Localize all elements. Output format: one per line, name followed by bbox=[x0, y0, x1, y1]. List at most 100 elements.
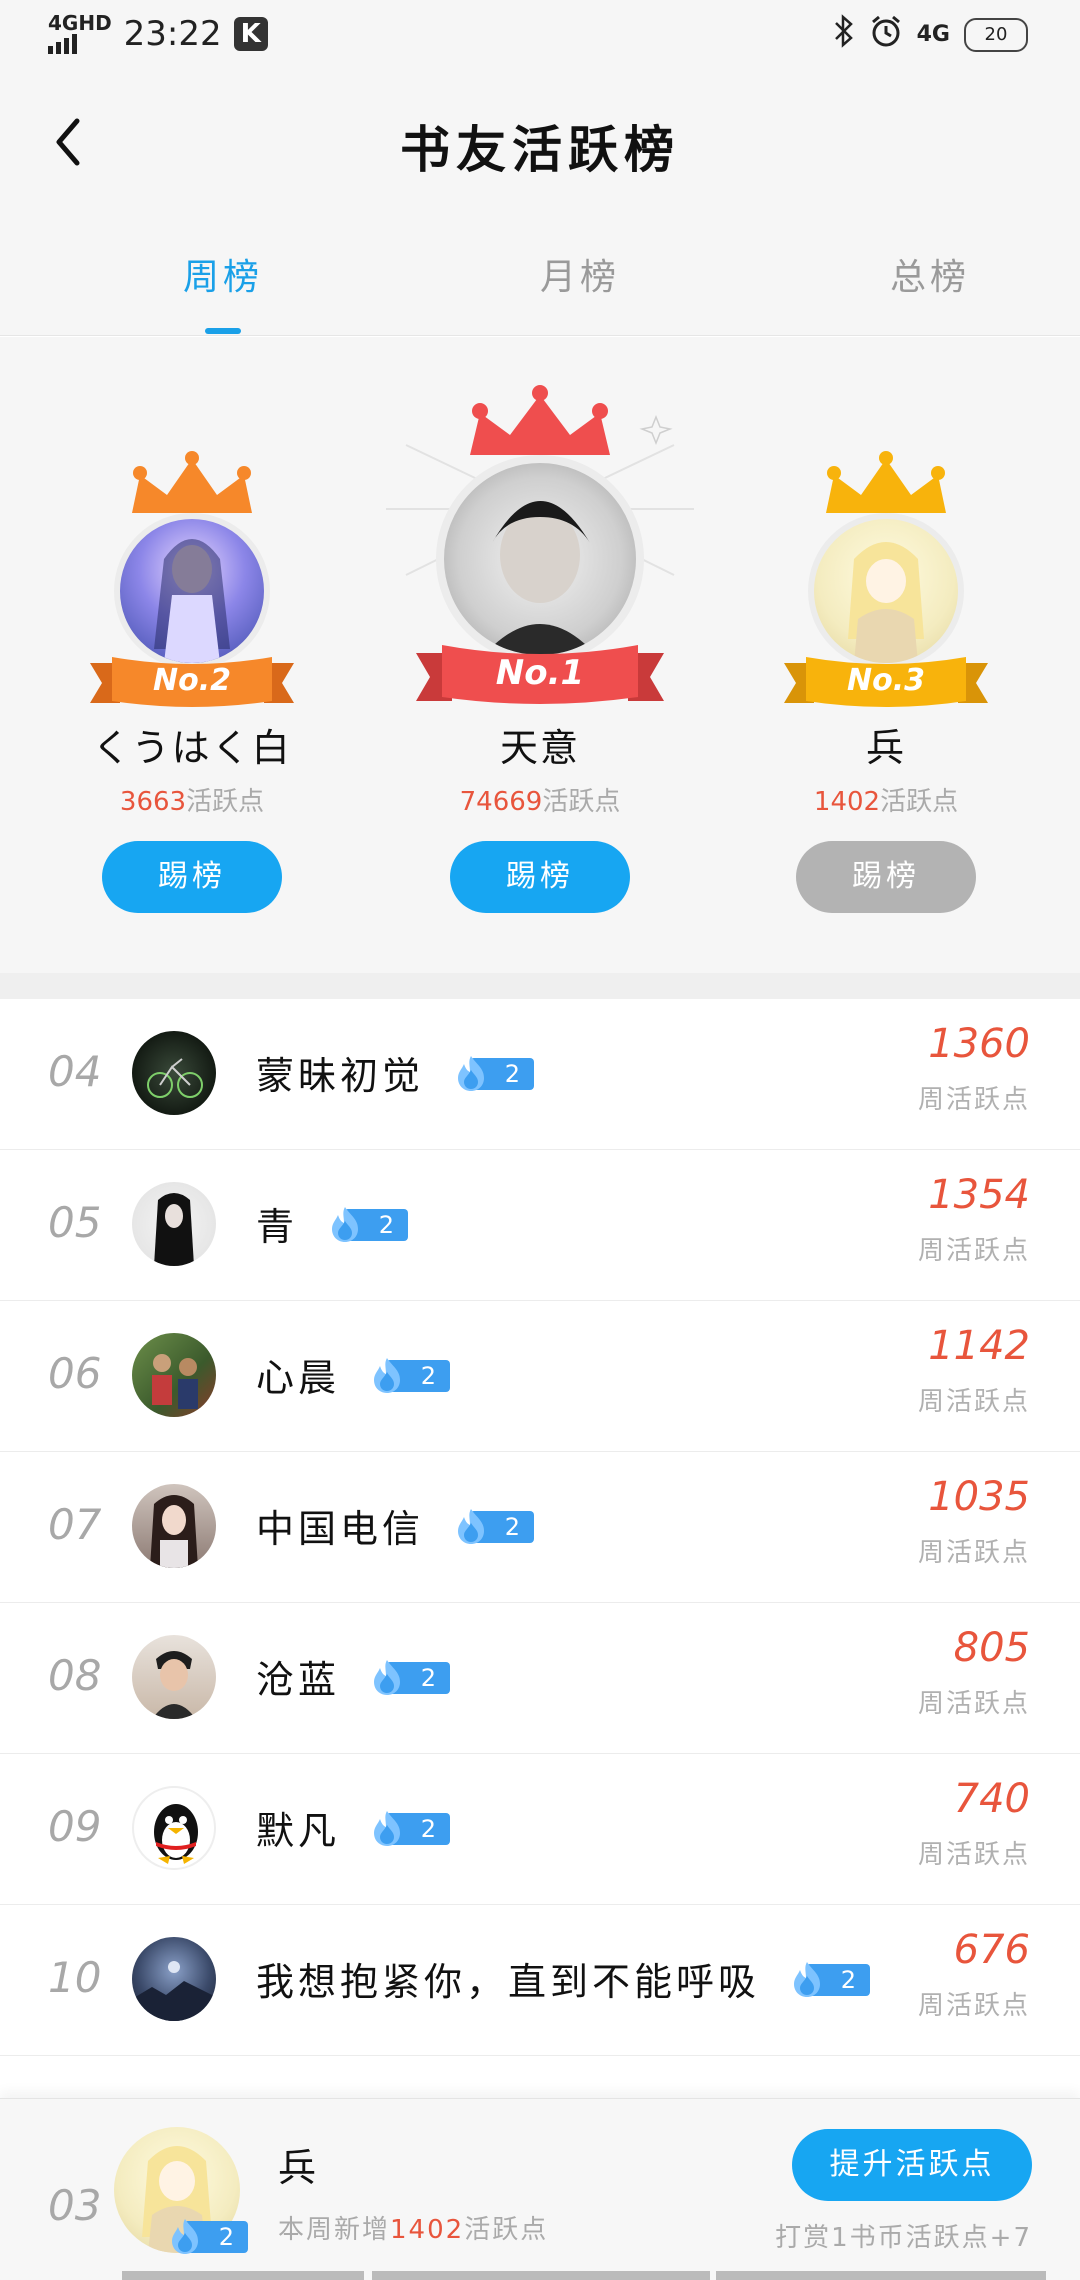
summary-suffix: 活跃点 bbox=[464, 2215, 549, 2245]
podium-name: くうはく白 bbox=[92, 726, 292, 770]
crown-icon bbox=[470, 385, 610, 455]
bottom-strip bbox=[122, 2271, 364, 2280]
tab-total[interactable]: 总榜 bbox=[820, 248, 1040, 300]
avatar[interactable] bbox=[114, 513, 270, 669]
points-suffix: 活跃点 bbox=[542, 787, 621, 817]
avatar[interactable] bbox=[132, 1182, 216, 1266]
name-wrap: 中国电信 2 bbox=[256, 1498, 535, 1553]
name-wrap: 默凡 2 bbox=[256, 1800, 451, 1855]
podium-first: No.1 天意 74669活跃点 踢榜 bbox=[386, 337, 694, 973]
podium-second: No.2 くうはく白 3663活跃点 踢榜 bbox=[42, 337, 342, 973]
user-name: 心晨 bbox=[256, 1356, 341, 1400]
points-value: 1354 bbox=[928, 1172, 1030, 1218]
list-item[interactable]: 07 中国电信 2 1035 周活跃点 bbox=[0, 1452, 1080, 1603]
rank-ribbon: No.2 bbox=[90, 655, 294, 711]
points-label: 周活跃点 bbox=[917, 1538, 1030, 1568]
kick-button[interactable]: 踢榜 bbox=[796, 841, 976, 913]
user-name: 中国电信 bbox=[256, 1507, 425, 1551]
level-badge: 2 bbox=[790, 1960, 871, 1998]
tab-bar: 周榜 月榜 总榜 bbox=[0, 212, 1080, 336]
flame-icon bbox=[458, 1508, 485, 1544]
list-item[interactable]: 04 蒙昧初觉 2 1360 周活跃点 bbox=[0, 999, 1080, 1150]
level-badge: 2 bbox=[370, 1356, 451, 1394]
rank-label: No.1 bbox=[495, 653, 585, 693]
list-item[interactable]: 06 心晨 2 1142 周活跃点 bbox=[0, 1301, 1080, 1452]
points-label: 周活跃点 bbox=[917, 1689, 1030, 1719]
level-badge: 2 bbox=[370, 1809, 451, 1847]
list-item[interactable]: 05 青 2 1354 周活跃点 bbox=[0, 1150, 1080, 1301]
podium-name: 天意 bbox=[499, 726, 580, 770]
penguin-icon bbox=[154, 1804, 198, 1864]
flame-icon bbox=[374, 1357, 401, 1393]
name-wrap: 青 2 bbox=[256, 1196, 409, 1251]
network-type: 4GHD bbox=[48, 11, 112, 35]
flame-icon bbox=[374, 1659, 401, 1695]
kick-button[interactable]: 踢榜 bbox=[102, 841, 282, 913]
reward-note: 打赏1书币活跃点+7 bbox=[775, 2223, 1032, 2253]
points-value: 1360 bbox=[928, 1021, 1030, 1067]
podium-points: 74669活跃点 bbox=[390, 781, 690, 818]
avatar[interactable] bbox=[808, 513, 964, 669]
points-value: 805 bbox=[953, 1625, 1030, 1671]
avatar[interactable] bbox=[132, 1635, 216, 1719]
boost-activity-button[interactable]: 提升活跃点 bbox=[792, 2129, 1032, 2201]
points-value: 3663 bbox=[119, 787, 187, 817]
rank-label: No.3 bbox=[847, 663, 925, 698]
avatar[interactable] bbox=[132, 1786, 216, 1870]
crown-icon bbox=[132, 451, 252, 513]
user-name: 沧蓝 bbox=[256, 1658, 341, 1702]
points-value: 740 bbox=[953, 1776, 1030, 1822]
points-value: 676 bbox=[953, 1927, 1030, 1973]
rank-ribbon: No.1 bbox=[416, 643, 664, 709]
flame-icon bbox=[794, 1961, 821, 1997]
app-notification-icon: K bbox=[233, 17, 268, 51]
rank-number: 08 bbox=[48, 1651, 102, 1700]
summary-points: 1402 bbox=[390, 2215, 465, 2245]
avatar[interactable] bbox=[132, 1031, 216, 1115]
points-label: 周活跃点 bbox=[917, 1991, 1030, 2021]
ranking-list: 04 蒙昧初觉 2 1360 周活跃点 05 青 2 1354 周活跃点 06 … bbox=[0, 999, 1080, 2056]
list-item[interactable]: 08 沧蓝 2 805 周活跃点 bbox=[0, 1603, 1080, 1754]
rank-number: 07 bbox=[48, 1500, 102, 1549]
points-value: 1035 bbox=[928, 1474, 1030, 1520]
points-value: 74669 bbox=[459, 787, 543, 817]
tab-monthly[interactable]: 月榜 bbox=[470, 248, 690, 300]
points-value: 1142 bbox=[928, 1323, 1030, 1369]
summary-prefix: 本周新增 bbox=[278, 2215, 391, 2245]
name-wrap: 蒙昧初觉 2 bbox=[256, 1045, 535, 1100]
list-item[interactable]: 10 我想抱紧你，直到不能呼吸 2 676 周活跃点 bbox=[0, 1905, 1080, 2056]
flame-icon bbox=[332, 1206, 359, 1242]
my-rank-bar: 03 2 兵 本周新增1402活跃点 提升活跃点 打赏1书币活跃点+7 bbox=[0, 2098, 1080, 2280]
name-wrap: 沧蓝 2 bbox=[256, 1649, 451, 1704]
user-name: 青 bbox=[256, 1205, 299, 1249]
rank-label: No.2 bbox=[153, 663, 231, 698]
avatar[interactable] bbox=[436, 455, 644, 663]
alarm-icon bbox=[869, 14, 903, 55]
status-right: 4G 20 bbox=[833, 14, 1028, 55]
avatar[interactable] bbox=[132, 1484, 216, 1568]
signal-indicator: 4GHD bbox=[48, 11, 112, 54]
points-label: 周活跃点 bbox=[917, 1236, 1030, 1266]
podium-points: 1402活跃点 bbox=[736, 781, 1036, 818]
my-name: 兵 bbox=[278, 2146, 317, 2190]
bottom-strip bbox=[372, 2271, 710, 2280]
list-item[interactable]: 09 默凡 2 740 周活跃点 bbox=[0, 1754, 1080, 1905]
user-name: 蒙昧初觉 bbox=[256, 1054, 425, 1098]
rank-ribbon: No.3 bbox=[784, 655, 988, 711]
crown-icon bbox=[826, 451, 946, 513]
avatar[interactable] bbox=[132, 1333, 216, 1417]
bottom-strip bbox=[716, 2271, 1046, 2280]
level-badge: 2 bbox=[328, 1205, 409, 1243]
user-name: 默凡 bbox=[256, 1809, 341, 1853]
header: 书友活跃榜 bbox=[0, 72, 1080, 212]
rank-number: 09 bbox=[48, 1802, 102, 1851]
flame-icon bbox=[172, 2219, 198, 2254]
status-time: 23:22 bbox=[123, 14, 222, 54]
rank-number: 04 bbox=[48, 1047, 102, 1096]
tab-weekly[interactable]: 周榜 bbox=[113, 248, 333, 300]
podium-name: 兵 bbox=[865, 726, 906, 770]
kick-button[interactable]: 踢榜 bbox=[450, 841, 630, 913]
avatar[interactable] bbox=[132, 1937, 216, 2021]
status-bar: 4GHD 23:22 K 4G 20 bbox=[0, 0, 1080, 72]
network-type-right: 4G bbox=[916, 22, 950, 47]
